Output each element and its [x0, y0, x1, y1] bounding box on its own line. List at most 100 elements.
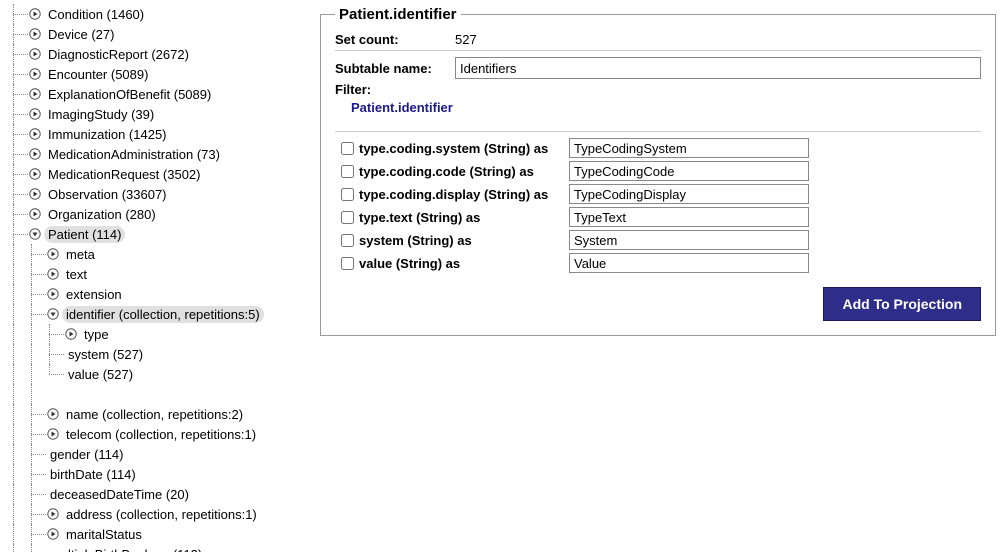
field-checkbox[interactable] — [341, 188, 354, 201]
tree-node-label[interactable]: ExplanationOfBenefit (5089) — [44, 86, 215, 103]
expand-icon[interactable] — [28, 47, 42, 61]
tree-node[interactable]: Immunization (1425) — [10, 124, 300, 144]
tree-node-label[interactable]: ImagingStudy (39) — [44, 106, 158, 123]
expand-icon[interactable] — [28, 167, 42, 181]
tree-node-label[interactable]: name (collection, repetitions:2) — [62, 406, 247, 423]
tree-node-label[interactable]: system (527) — [64, 346, 147, 363]
expand-icon[interactable] — [46, 247, 60, 261]
tree-connector — [10, 184, 28, 204]
tree-node-label[interactable]: deceasedDateTime (20) — [46, 486, 193, 503]
expand-icon[interactable] — [46, 407, 60, 421]
tree-panel[interactable]: Condition (1460) Device (27) DiagnosticRep… — [0, 0, 300, 552]
tree-node[interactable]: multipleBirthBoolean (112) — [10, 544, 300, 552]
projection-field-row: type.coding.system (String) as — [335, 138, 981, 158]
tree-node[interactable]: system (527) — [10, 344, 300, 364]
tree-node-label[interactable]: Immunization (1425) — [44, 126, 171, 143]
field-alias-input[interactable] — [569, 207, 809, 227]
tree-connector — [28, 484, 46, 504]
tree-node[interactable]: Condition (1460) — [10, 4, 300, 24]
tree-node-label[interactable]: DiagnosticReport (2672) — [44, 46, 193, 63]
tree-node[interactable]: deceasedDateTime (20) — [10, 484, 300, 504]
tree-node[interactable]: ImagingStudy (39) — [10, 104, 300, 124]
expand-icon[interactable] — [64, 327, 78, 341]
subtable-input[interactable] — [455, 57, 981, 79]
tree-node-label[interactable]: multipleBirthBoolean (112) — [46, 546, 206, 552]
field-checkbox[interactable] — [341, 165, 354, 178]
field-alias-input[interactable] — [569, 161, 809, 181]
tree-node-label[interactable]: MedicationRequest (3502) — [44, 166, 204, 183]
expand-icon[interactable] — [28, 87, 42, 101]
tree-node[interactable]: address (collection, repetitions:1) — [10, 504, 300, 524]
expand-icon[interactable] — [28, 207, 42, 221]
field-checkbox[interactable] — [341, 234, 354, 247]
field-checkbox[interactable] — [341, 257, 354, 270]
tree-node-label[interactable]: address (collection, repetitions:1) — [62, 506, 261, 523]
tree-node[interactable]: extension — [10, 284, 300, 304]
tree-node[interactable]: meta — [10, 244, 300, 264]
tree-node[interactable]: MedicationAdministration (73) — [10, 144, 300, 164]
tree-node-label[interactable]: meta — [62, 246, 99, 263]
tree-node-label[interactable]: Patient (114) — [44, 226, 125, 243]
expand-icon[interactable] — [46, 427, 60, 441]
tree-node[interactable]: Encounter (5089) — [10, 64, 300, 84]
tree-node-label[interactable]: identifier (collection, repetitions:5) — [62, 306, 264, 323]
tree-node[interactable]: value (527) — [10, 364, 300, 384]
tree-node[interactable]: birthDate (114) — [10, 464, 300, 484]
tree-node[interactable]: gender (114) — [10, 444, 300, 464]
tree-node-label[interactable]: Device (27) — [44, 26, 118, 43]
tree-node[interactable]: ExplanationOfBenefit (5089) — [10, 84, 300, 104]
tree-node[interactable]: Organization (280) — [10, 204, 300, 224]
tree-connector — [10, 4, 28, 24]
expand-icon[interactable] — [46, 267, 60, 281]
tree-node[interactable]: text — [10, 264, 300, 284]
tree-node[interactable]: Observation (33607) — [10, 184, 300, 204]
field-checkbox[interactable] — [341, 211, 354, 224]
collapse-icon[interactable] — [28, 227, 42, 241]
add-to-projection-button[interactable]: Add To Projection — [823, 287, 981, 321]
tree-node-label[interactable]: Observation (33607) — [44, 186, 171, 203]
expand-icon[interactable] — [46, 527, 60, 541]
tree-connector — [46, 344, 64, 364]
expand-icon[interactable] — [28, 147, 42, 161]
tree-node[interactable] — [10, 384, 300, 404]
expand-icon[interactable] — [28, 107, 42, 121]
field-checkbox[interactable] — [341, 142, 354, 155]
expand-icon[interactable] — [28, 127, 42, 141]
tree-node-label[interactable]: Organization (280) — [44, 206, 160, 223]
tree-connector — [10, 64, 28, 84]
expand-icon[interactable] — [46, 287, 60, 301]
tree-node-label[interactable]: Condition (1460) — [44, 6, 148, 23]
tree-node-label[interactable]: birthDate (114) — [46, 466, 140, 483]
tree-node-label[interactable]: type — [80, 326, 113, 343]
tree-connector — [10, 84, 28, 104]
expand-icon[interactable] — [28, 187, 42, 201]
tree-connector — [10, 264, 28, 284]
tree-node-label[interactable]: gender (114) — [46, 446, 127, 463]
tree-node[interactable]: name (collection, repetitions:2) — [10, 404, 300, 424]
tree-node-label[interactable]: extension — [62, 286, 126, 303]
expand-icon[interactable] — [28, 7, 42, 21]
tree-node[interactable]: identifier (collection, repetitions:5) — [10, 304, 300, 324]
tree-node-label[interactable]: telecom (collection, repetitions:1) — [62, 426, 260, 443]
tree-node[interactable]: MedicationRequest (3502) — [10, 164, 300, 184]
tree-node-label[interactable]: value (527) — [64, 366, 137, 383]
collapse-icon[interactable] — [46, 307, 60, 321]
tree-node-label[interactable]: maritalStatus — [62, 526, 146, 543]
tree-node-label[interactable]: MedicationAdministration (73) — [44, 146, 224, 163]
tree-node[interactable]: Device (27) — [10, 24, 300, 44]
tree-node[interactable]: DiagnosticReport (2672) — [10, 44, 300, 64]
tree-node-label[interactable]: Encounter (5089) — [44, 66, 152, 83]
tree-node[interactable]: Patient (114) — [10, 224, 300, 244]
expand-icon[interactable] — [28, 27, 42, 41]
expand-icon[interactable] — [28, 67, 42, 81]
tree-node[interactable]: maritalStatus — [10, 524, 300, 544]
field-alias-input[interactable] — [569, 253, 809, 273]
field-alias-input[interactable] — [569, 230, 809, 250]
tree-node[interactable]: telecom (collection, repetitions:1) — [10, 424, 300, 444]
field-alias-input[interactable] — [569, 184, 809, 204]
tree-node[interactable]: type — [10, 324, 300, 344]
tree-node-label[interactable]: text — [62, 266, 91, 283]
projection-field-row: system (String) as — [335, 230, 981, 250]
field-alias-input[interactable] — [569, 138, 809, 158]
expand-icon[interactable] — [46, 507, 60, 521]
